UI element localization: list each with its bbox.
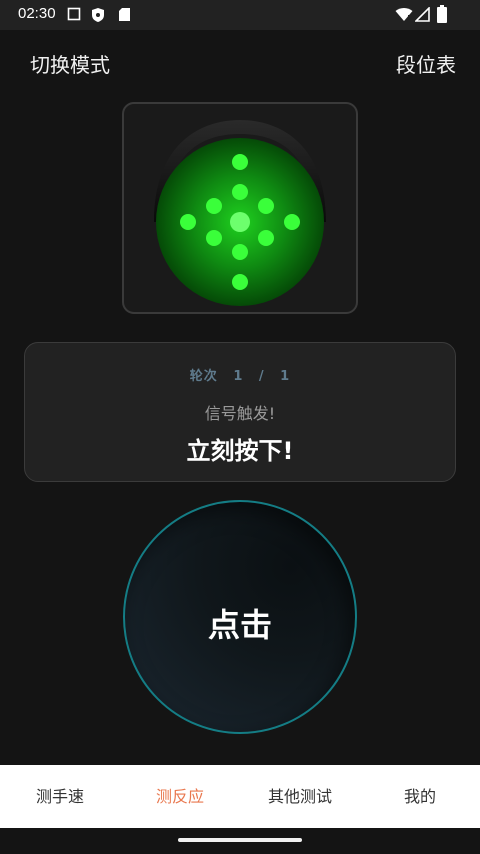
traffic-light-icon bbox=[154, 120, 326, 306]
bottom-nav: 测手速 测反应 其他测试 我的 bbox=[0, 765, 480, 828]
tab-reaction[interactable]: 测反应 bbox=[120, 765, 240, 828]
shield-icon bbox=[92, 8, 104, 22]
round-label: 轮次 bbox=[189, 369, 218, 384]
sd-card-icon bbox=[119, 8, 130, 21]
click-button[interactable]: 点击 bbox=[123, 500, 357, 734]
tab-mine[interactable]: 我的 bbox=[360, 765, 480, 828]
rank-table-button[interactable]: 段位表 bbox=[396, 49, 456, 78]
round-indicator: 轮次 1 / 1 bbox=[25, 365, 455, 384]
battery-icon bbox=[437, 5, 447, 23]
info-card: 轮次 1 / 1 信号触发! 立刻按下! bbox=[24, 342, 456, 482]
round-separator: / bbox=[258, 369, 265, 384]
light-panel bbox=[122, 102, 358, 314]
instruction-text: 立刻按下! bbox=[186, 437, 294, 465]
round-current: 1 bbox=[233, 369, 244, 384]
screen-icon bbox=[67, 7, 81, 21]
signal-status: 信号触发! bbox=[204, 404, 276, 423]
tab-other-tests[interactable]: 其他测试 bbox=[240, 765, 360, 828]
click-button-label: 点击 bbox=[207, 606, 272, 644]
signal-icon bbox=[415, 7, 430, 22]
status-time: 02:30 bbox=[18, 5, 56, 22]
switch-mode-button[interactable]: 切换模式 bbox=[30, 49, 110, 78]
tab-hand-speed[interactable]: 测手速 bbox=[0, 765, 120, 828]
wifi-icon bbox=[395, 8, 413, 21]
gesture-handle[interactable] bbox=[178, 838, 302, 842]
round-total: 1 bbox=[280, 369, 291, 384]
status-bar: 02:30 bbox=[0, 0, 480, 30]
gesture-area bbox=[0, 828, 480, 854]
